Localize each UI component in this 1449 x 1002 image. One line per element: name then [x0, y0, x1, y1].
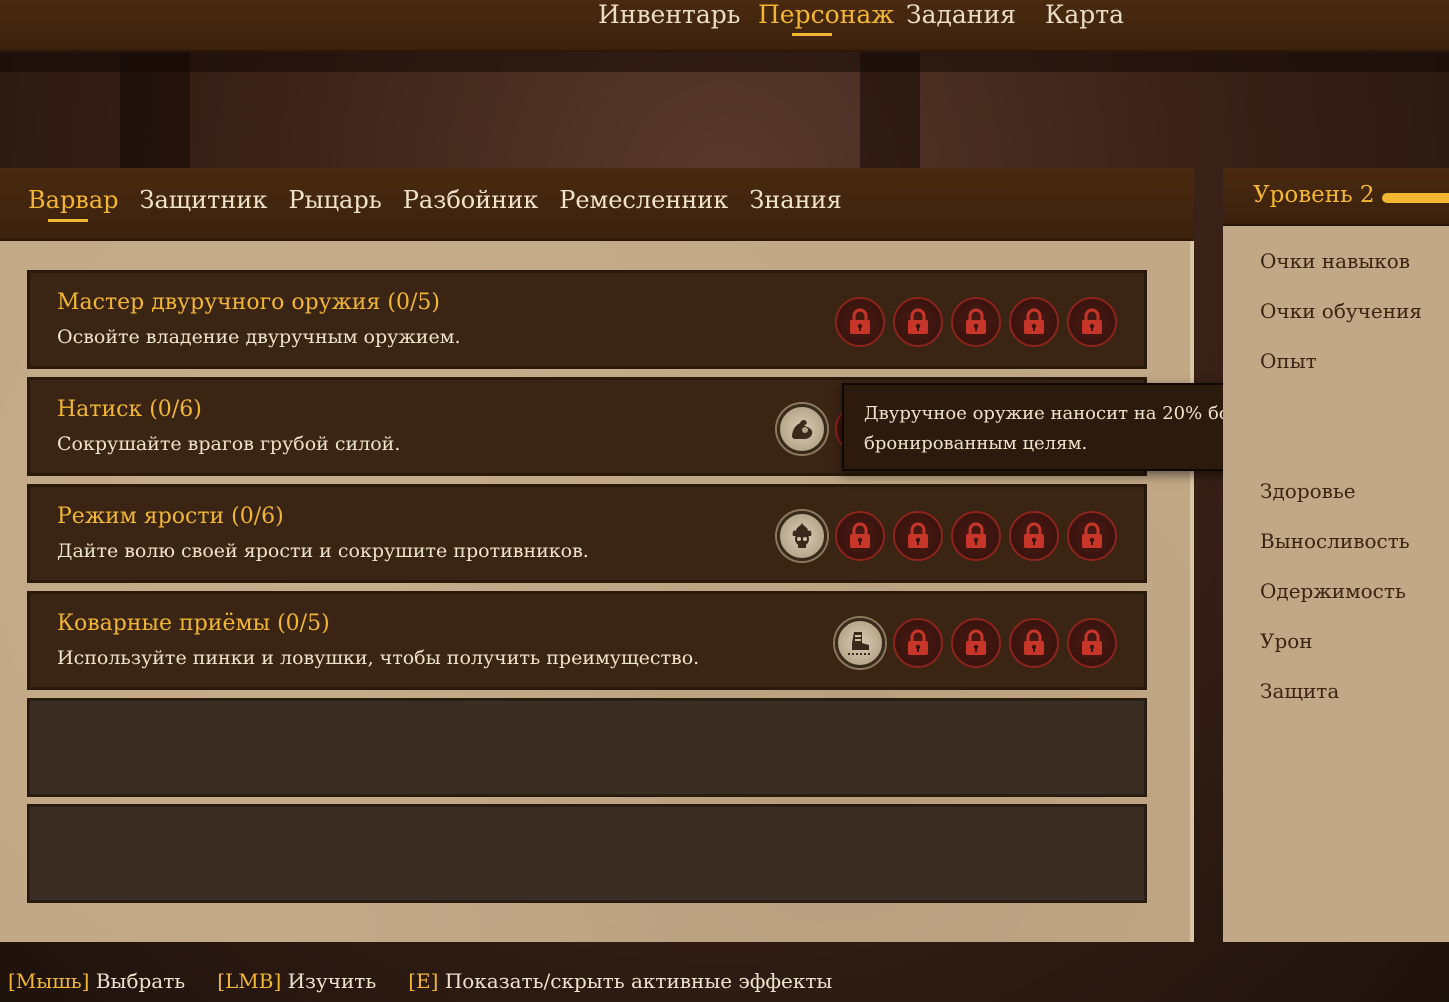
- boot-kick-icon[interactable]: [835, 618, 885, 668]
- skill-node-row: [777, 511, 1117, 561]
- hint-action: Показать/скрыть активные эффекты: [444, 969, 833, 993]
- experience-bar: [1382, 193, 1449, 203]
- hint-key: [E]: [408, 969, 439, 993]
- skill-card-two-handed-master[interactable]: Мастер двуручного оружия (0/5) Освойте в…: [27, 270, 1147, 369]
- hint-select: [Мышь] Выбрать: [8, 969, 185, 993]
- tab-defender[interactable]: Защитник: [140, 186, 268, 226]
- background-beam: [860, 52, 920, 168]
- lock-icon[interactable]: [1067, 618, 1117, 668]
- stat-stamina: Выносливость: [1260, 529, 1410, 553]
- lock-icon[interactable]: [1067, 511, 1117, 561]
- lock-icon[interactable]: [893, 297, 943, 347]
- lock-icon[interactable]: [951, 297, 1001, 347]
- tab-label: Инвентарь: [598, 0, 741, 29]
- level-title: Уровень 2: [1253, 182, 1375, 208]
- lock-icon[interactable]: [893, 618, 943, 668]
- skill-node-row: [835, 618, 1117, 668]
- top-navigation: Инвентарь Персонаж Задания Карта: [598, 0, 1135, 40]
- tab-map[interactable]: Карта: [1045, 0, 1135, 40]
- stat-skill-points: Очки навыков: [1260, 249, 1411, 273]
- skill-description: Сокрушайте врагов грубой силой.: [57, 433, 401, 455]
- skill-description: Дайте волю своей ярости и сокрушите прот…: [57, 540, 589, 562]
- stat-experience: Опыт: [1260, 349, 1317, 373]
- hint-key: [Мышь]: [8, 969, 90, 993]
- tab-quests[interactable]: Задания: [906, 0, 1045, 40]
- skill-card-rage-mode[interactable]: Режим ярости (0/6) Дайте волю своей ярос…: [27, 484, 1147, 583]
- empty-skill-slot: [27, 804, 1147, 903]
- stat-damage: Урон: [1260, 629, 1313, 653]
- lock-icon[interactable]: [1009, 297, 1059, 347]
- lock-icon[interactable]: [835, 297, 885, 347]
- lock-icon[interactable]: [951, 511, 1001, 561]
- lock-icon[interactable]: [1067, 297, 1117, 347]
- hint-toggle-effects: [E] Показать/скрыть активные эффекты: [408, 969, 832, 993]
- stat-training-points: Очки обучения: [1260, 299, 1422, 323]
- background-beam: [0, 52, 1449, 72]
- lock-icon[interactable]: [1009, 511, 1059, 561]
- skill-title: Мастер двуручного оружия (0/5): [57, 290, 440, 315]
- tab-inventory[interactable]: Инвентарь: [598, 0, 758, 40]
- flaming-skull-icon[interactable]: [777, 511, 827, 561]
- hint-key: [LMB]: [217, 969, 282, 993]
- tab-barbarian[interactable]: Варвар: [28, 186, 119, 226]
- hint-learn: [LMB] Изучить: [217, 969, 376, 993]
- stat-health: Здоровье: [1260, 479, 1356, 503]
- hint-action: Изучить: [287, 969, 377, 993]
- skill-title: Коварные приёмы (0/5): [57, 611, 330, 636]
- tab-character[interactable]: Персонаж: [758, 0, 906, 40]
- skill-description: Освойте владение двуручным оружием.: [57, 326, 461, 348]
- tab-knight[interactable]: Рыцарь: [288, 186, 381, 226]
- lock-icon[interactable]: [893, 511, 943, 561]
- control-hints: [Мышь] Выбрать [LMB] Изучить [E] Показат…: [8, 969, 832, 993]
- tab-label: Персонаж: [758, 0, 895, 29]
- tab-knowledge[interactable]: Знания: [749, 186, 841, 226]
- skill-node-row: [835, 297, 1117, 347]
- lock-icon[interactable]: [951, 618, 1001, 668]
- skill-card-dirty-tricks[interactable]: Коварные приёмы (0/5) Используйте пинки …: [27, 591, 1147, 690]
- lock-icon[interactable]: [1009, 618, 1059, 668]
- skill-category-tabs: Варвар Защитник Рыцарь Разбойник Ремесле…: [28, 186, 863, 226]
- flexed-arm-icon[interactable]: [777, 404, 827, 454]
- skill-title: Натиск (0/6): [57, 397, 202, 422]
- tab-rogue[interactable]: Разбойник: [403, 186, 538, 226]
- hint-action: Выбрать: [95, 969, 186, 993]
- tab-craftsman[interactable]: Ремесленник: [559, 186, 728, 226]
- stat-defense: Защита: [1260, 679, 1340, 703]
- empty-skill-slot: [27, 698, 1147, 797]
- background-beam: [120, 52, 190, 168]
- stat-obsession: Одержимость: [1260, 579, 1406, 603]
- tab-label: Задания: [906, 0, 1016, 29]
- skill-description: Используйте пинки и ловушки, чтобы получ…: [57, 647, 700, 669]
- tab-label: Карта: [1045, 0, 1124, 29]
- skill-title: Режим ярости (0/6): [57, 504, 284, 529]
- lock-icon[interactable]: [835, 511, 885, 561]
